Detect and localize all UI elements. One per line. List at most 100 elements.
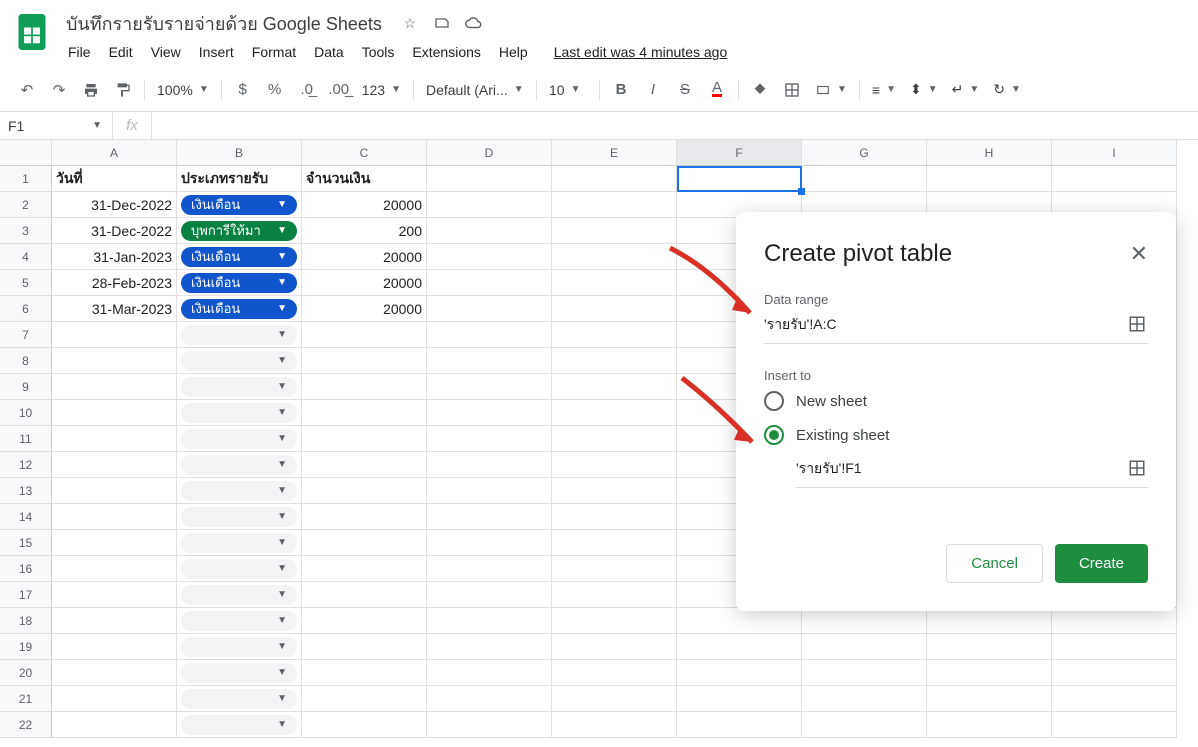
cell[interactable]: ▼ <box>177 374 302 400</box>
document-title[interactable]: บันทึกรายรับรายจ่ายด้วย Google Sheets <box>60 7 388 40</box>
cell[interactable] <box>677 712 802 738</box>
select-range-icon[interactable] <box>1128 315 1148 335</box>
chip-dropdown[interactable]: ▼ <box>181 533 297 553</box>
row-header[interactable]: 6 <box>0 296 52 322</box>
cell[interactable] <box>52 634 177 660</box>
menu-format[interactable]: Format <box>244 40 304 64</box>
cell[interactable]: 31-Mar-2023 <box>52 296 177 322</box>
cell[interactable]: ▼ <box>177 634 302 660</box>
create-button[interactable]: Create <box>1055 544 1148 583</box>
cell[interactable] <box>427 530 552 556</box>
cell[interactable] <box>427 270 552 296</box>
cell[interactable] <box>1052 712 1177 738</box>
col-header[interactable]: G <box>802 140 927 166</box>
cell[interactable] <box>552 712 677 738</box>
row-header[interactable]: 9 <box>0 374 52 400</box>
data-range-input[interactable] <box>764 317 1128 333</box>
undo-button[interactable]: ↶ <box>12 75 42 105</box>
cell[interactable] <box>302 608 427 634</box>
cell[interactable] <box>52 322 177 348</box>
number-format-select[interactable]: 123▼ <box>356 77 407 103</box>
col-header[interactable]: B <box>177 140 302 166</box>
cell[interactable] <box>52 608 177 634</box>
increase-decimal-button[interactable]: .00̲ <box>324 75 354 105</box>
cell[interactable] <box>552 400 677 426</box>
col-header[interactable]: H <box>927 140 1052 166</box>
row-header[interactable]: 5 <box>0 270 52 296</box>
cell[interactable]: 31-Dec-2022 <box>52 218 177 244</box>
move-icon[interactable] <box>432 13 452 33</box>
cell[interactable] <box>427 660 552 686</box>
cell[interactable] <box>302 400 427 426</box>
cell[interactable]: เงินเดือน▼ <box>177 296 302 322</box>
cell[interactable]: เงินเดือน▼ <box>177 244 302 270</box>
row-header[interactable]: 13 <box>0 478 52 504</box>
cell[interactable] <box>52 556 177 582</box>
cell[interactable] <box>52 452 177 478</box>
cell[interactable] <box>552 556 677 582</box>
cell[interactable] <box>427 686 552 712</box>
menu-data[interactable]: Data <box>306 40 352 64</box>
row-header[interactable]: 19 <box>0 634 52 660</box>
font-size-select[interactable]: 10▼ <box>543 77 593 103</box>
strike-button[interactable]: S <box>670 75 700 105</box>
existing-range-input[interactable] <box>796 461 1128 477</box>
cloud-icon[interactable] <box>464 13 484 33</box>
text-color-button[interactable]: A <box>702 75 732 105</box>
chip-dropdown[interactable]: ▼ <box>181 481 297 501</box>
cell[interactable] <box>552 426 677 452</box>
row-header[interactable]: 22 <box>0 712 52 738</box>
cell[interactable] <box>1052 686 1177 712</box>
cell[interactable]: 20000 <box>302 270 427 296</box>
row-header[interactable]: 2 <box>0 192 52 218</box>
cell[interactable]: ▼ <box>177 712 302 738</box>
cell[interactable] <box>427 348 552 374</box>
cell[interactable] <box>302 452 427 478</box>
row-header[interactable]: 10 <box>0 400 52 426</box>
chip-dropdown[interactable]: ▼ <box>181 663 297 683</box>
select-all-corner[interactable] <box>0 140 52 166</box>
cell[interactable] <box>52 348 177 374</box>
cell[interactable]: ▼ <box>177 530 302 556</box>
col-header[interactable]: A <box>52 140 177 166</box>
cell[interactable] <box>427 322 552 348</box>
cell[interactable]: 20000 <box>302 192 427 218</box>
cell[interactable] <box>427 712 552 738</box>
cell[interactable] <box>427 504 552 530</box>
cell[interactable] <box>802 634 927 660</box>
cell[interactable]: ▼ <box>177 556 302 582</box>
cell[interactable] <box>802 166 927 192</box>
radio-existing-sheet[interactable]: Existing sheet <box>764 425 1148 445</box>
cell[interactable]: 31-Dec-2022 <box>52 192 177 218</box>
decrease-decimal-button[interactable]: .0̲ <box>292 75 322 105</box>
cell[interactable] <box>302 660 427 686</box>
menu-help[interactable]: Help <box>491 40 536 64</box>
cell[interactable]: ▼ <box>177 504 302 530</box>
cell[interactable]: ▼ <box>177 608 302 634</box>
cell[interactable] <box>927 686 1052 712</box>
cell[interactable] <box>552 374 677 400</box>
row-header[interactable]: 3 <box>0 218 52 244</box>
cell[interactable]: เงินเดือน▼ <box>177 192 302 218</box>
cell[interactable] <box>552 530 677 556</box>
print-button[interactable] <box>76 75 106 105</box>
cell[interactable]: 20000 <box>302 296 427 322</box>
col-header[interactable]: I <box>1052 140 1177 166</box>
cell[interactable]: 200 <box>302 218 427 244</box>
menu-edit[interactable]: Edit <box>101 40 141 64</box>
wrap-button[interactable]: ↵▼ <box>946 77 986 103</box>
redo-button[interactable]: ↷ <box>44 75 74 105</box>
halign-button[interactable]: ≡▼ <box>866 77 902 103</box>
cell[interactable]: จำนวนเงิน <box>302 166 427 192</box>
selection-handle[interactable] <box>798 188 805 195</box>
cell[interactable]: 20000 <box>302 244 427 270</box>
chip-dropdown[interactable]: เงินเดือน▼ <box>181 273 297 293</box>
percent-button[interactable]: % <box>260 75 290 105</box>
cell[interactable] <box>552 660 677 686</box>
cell[interactable] <box>552 270 677 296</box>
cell[interactable] <box>302 478 427 504</box>
cell[interactable] <box>52 582 177 608</box>
cell[interactable] <box>427 452 552 478</box>
cell[interactable] <box>552 478 677 504</box>
col-header[interactable]: C <box>302 140 427 166</box>
